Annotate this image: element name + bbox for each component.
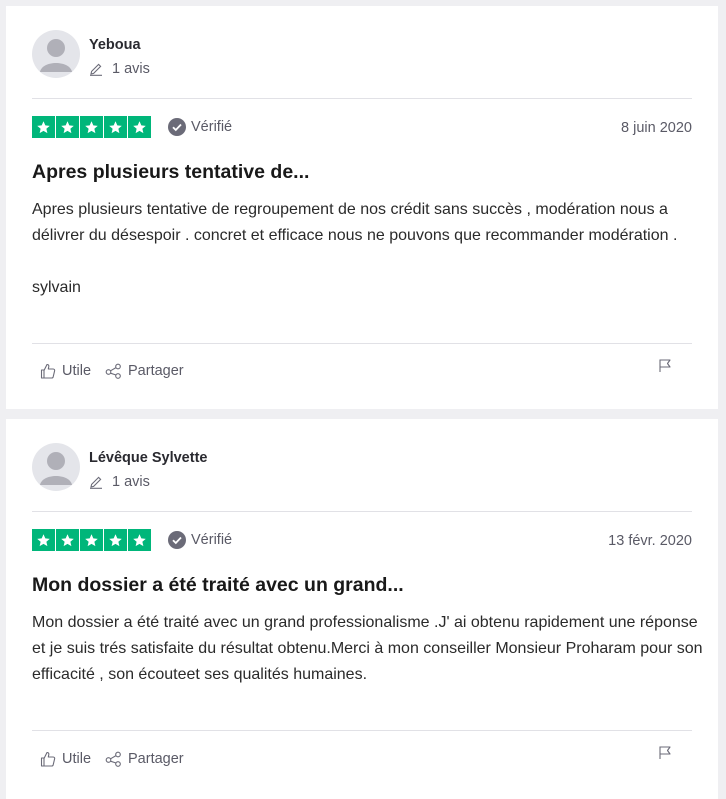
useful-label: Utile	[62, 363, 92, 379]
star-icon	[80, 529, 103, 551]
review-date: 13 févr. 2020	[608, 533, 692, 549]
verified-label: Vérifié	[191, 532, 233, 548]
share-button[interactable]: Partager	[105, 363, 184, 379]
verified-badge[interactable]: Vérifié	[168, 116, 232, 138]
review-card: Yeboua 1 avis Vérifié 8 juin 2020 Apres …	[6, 6, 718, 409]
check-circle-icon	[168, 531, 186, 549]
thumbs-up-icon	[40, 363, 56, 379]
star-icon	[32, 116, 55, 138]
divider	[32, 511, 692, 512]
reviewer-name[interactable]: Yeboua	[89, 37, 141, 53]
review-title[interactable]: Mon dossier a été traité avec un grand..…	[32, 574, 404, 597]
star-icon	[128, 116, 151, 138]
review-count: 1 avis	[89, 61, 150, 77]
star-rating	[32, 529, 152, 551]
divider	[32, 343, 692, 344]
divider	[32, 730, 692, 731]
pencil-icon	[90, 476, 102, 489]
star-icon	[56, 116, 79, 138]
check-circle-icon	[168, 118, 186, 136]
review-count-label: 1 avis	[112, 474, 150, 490]
star-icon	[104, 116, 127, 138]
review-text: Apres plusieurs tentative de regroupemen…	[32, 201, 678, 244]
useful-button[interactable]: Utile	[40, 751, 91, 767]
verified-label: Vérifié	[191, 119, 233, 135]
share-label: Partager	[128, 363, 184, 379]
flag-icon[interactable]	[658, 745, 672, 760]
useful-label: Utile	[62, 751, 92, 767]
review-title[interactable]: Apres plusieurs tentative de...	[32, 161, 309, 184]
flag-icon[interactable]	[658, 358, 672, 373]
review-actions: Utile Partager	[40, 363, 198, 379]
verified-badge[interactable]: Vérifié	[168, 529, 232, 551]
avatar-placeholder-icon[interactable]	[32, 443, 80, 491]
divider	[32, 98, 692, 99]
star-icon	[80, 116, 103, 138]
review-actions: Utile Partager	[40, 751, 198, 767]
reviewer-name[interactable]: Lévêque Sylvette	[89, 450, 207, 466]
star-icon	[32, 529, 55, 551]
review-count-label: 1 avis	[112, 61, 150, 77]
share-button[interactable]: Partager	[105, 751, 184, 767]
pencil-icon	[90, 63, 102, 76]
star-rating	[32, 116, 152, 138]
review-body: Apres plusieurs tentative de regroupemen…	[32, 197, 712, 301]
avatar-placeholder-icon[interactable]	[32, 30, 80, 78]
share-icon	[105, 751, 121, 767]
share-icon	[105, 363, 121, 379]
thumbs-up-icon	[40, 751, 56, 767]
review-card: Lévêque Sylvette 1 avis Vérifié 13 févr.…	[6, 419, 718, 799]
star-icon	[128, 529, 151, 551]
review-body: Mon dossier a été traité avec un grand p…	[32, 610, 712, 688]
star-icon	[56, 529, 79, 551]
star-icon	[104, 529, 127, 551]
review-text: Mon dossier a été traité avec un grand p…	[32, 614, 703, 683]
useful-button[interactable]: Utile	[40, 363, 91, 379]
share-label: Partager	[128, 751, 184, 767]
review-signature: sylvain	[32, 279, 81, 296]
review-date: 8 juin 2020	[621, 120, 692, 136]
review-count: 1 avis	[89, 474, 150, 490]
